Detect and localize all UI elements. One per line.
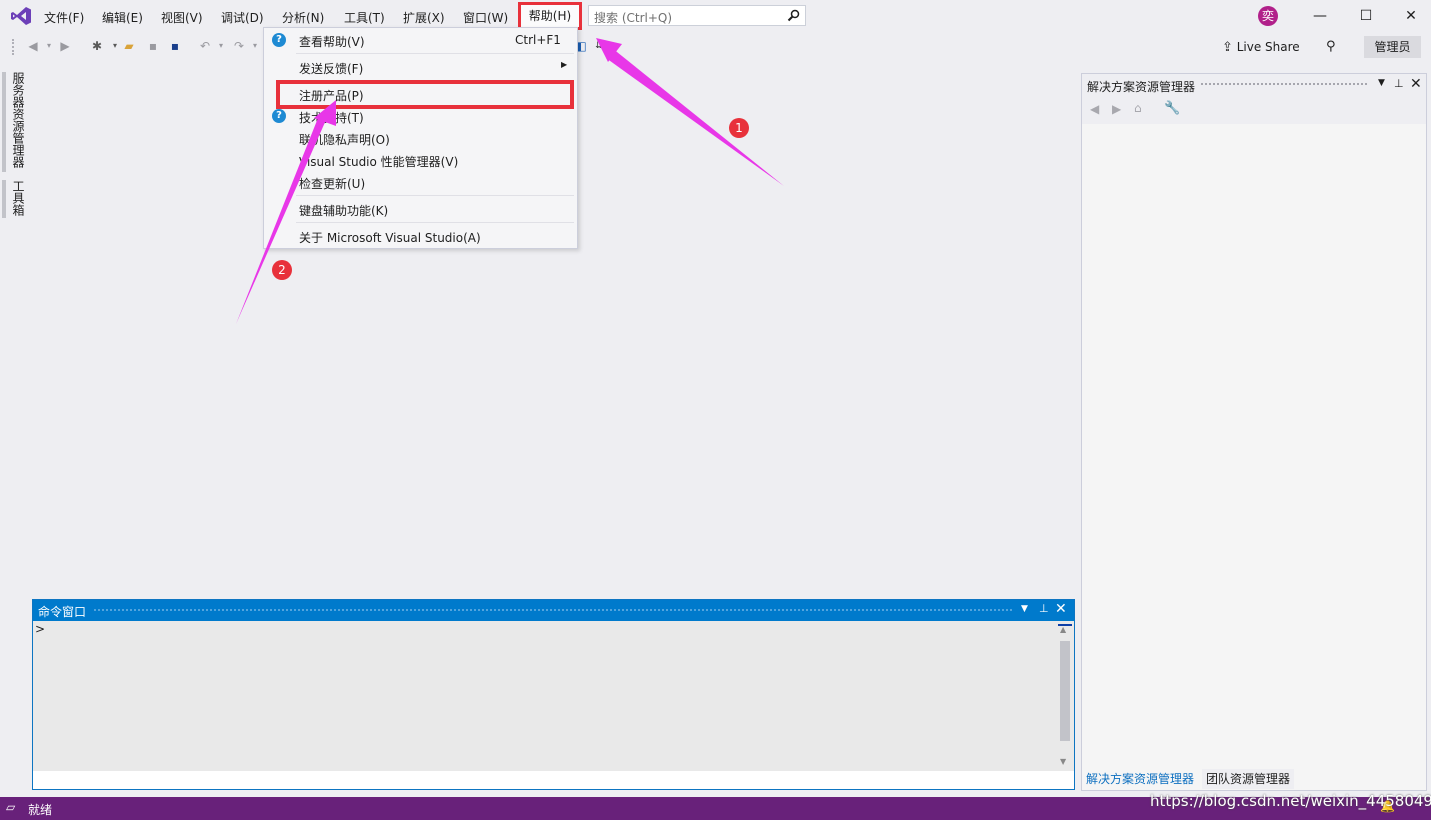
- arrow-2-shaft: [236, 118, 326, 324]
- arrow-1-shaft: [606, 48, 784, 186]
- annotation-arrows: [236, 38, 784, 324]
- annotation-badge-1: 1: [729, 118, 749, 138]
- annotation-badge-2: 2: [272, 260, 292, 280]
